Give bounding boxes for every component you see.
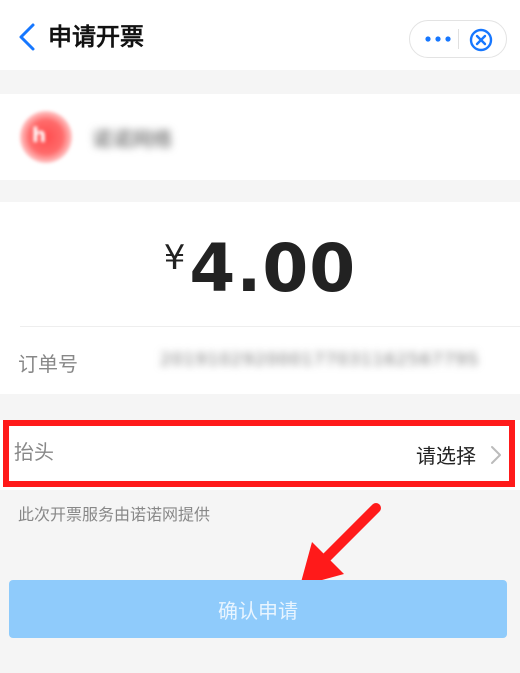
order-number-value: 20191029200017703116256779S bbox=[160, 350, 480, 370]
top-bar: 申请开票 bbox=[0, 0, 520, 70]
merchant-logo: h bbox=[20, 111, 72, 163]
merchant-row: h 诺诺网络 bbox=[0, 94, 520, 180]
target-close-icon[interactable] bbox=[468, 27, 494, 53]
amount-card: ¥4.00 订单号 20191029200017703116256779S bbox=[0, 202, 520, 394]
provider-note: 此次开票服务由诺诺网提供 bbox=[18, 505, 211, 524]
amount-value: 4.00 bbox=[189, 230, 357, 307]
currency-symbol: ¥ bbox=[163, 238, 186, 278]
mini-program-capsule bbox=[409, 20, 507, 58]
capsule-divider bbox=[458, 29, 459, 49]
confirm-apply-button[interactable]: 确认申请 bbox=[9, 580, 507, 638]
highlight-box bbox=[3, 420, 515, 487]
invoice-amount: ¥4.00 bbox=[0, 230, 520, 307]
divider bbox=[20, 326, 520, 327]
order-number-label: 订单号 bbox=[18, 352, 78, 376]
merchant-name: 诺诺网络 bbox=[92, 127, 172, 151]
page-title: 申请开票 bbox=[48, 23, 144, 51]
ellipsis-icon[interactable] bbox=[420, 29, 456, 49]
back-chevron-icon[interactable] bbox=[16, 22, 40, 52]
merchant-logo-letter: h bbox=[32, 123, 47, 147]
pointer-arrow-icon bbox=[300, 503, 381, 586]
